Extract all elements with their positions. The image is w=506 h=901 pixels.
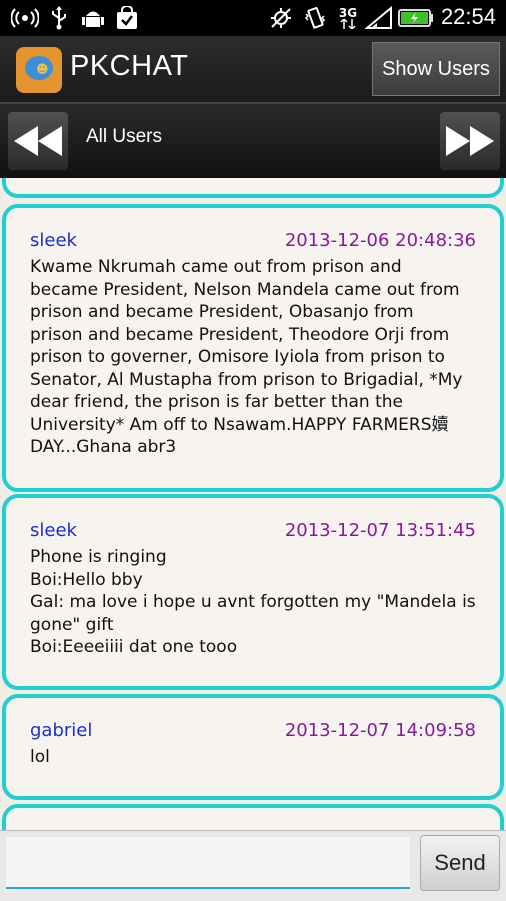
user-nav-bar: All Users [0, 104, 506, 178]
shopping-bag-icon [114, 6, 140, 30]
message-timestamp: 2013-12-07 13:51:45 [284, 520, 476, 541]
message-list[interactable]: sleek 2013-12-06 20:48:36 Kwame Nkrumah … [0, 178, 506, 830]
status-bar: 3G 22:54 [0, 0, 506, 36]
message-text: Kwame Nkrumah came out from prison and b… [30, 257, 463, 457]
message-timestamp: 2013-12-06 20:48:36 [284, 230, 476, 251]
rewind-icon [14, 126, 62, 156]
composer-bar: Send [0, 830, 506, 901]
message-card[interactable]: gabriel 2013-12-07 14:09:58 lol [2, 694, 504, 800]
message-timestamp: 2013-12-07 14:09:58 [284, 720, 476, 741]
gps-icon [268, 6, 294, 30]
battery-icon [398, 6, 434, 30]
send-button[interactable]: Send [420, 835, 500, 891]
message-username[interactable]: sleek [30, 520, 77, 541]
network-type: 3G [336, 6, 360, 30]
clock: 22:54 [440, 4, 496, 29]
message-input[interactable] [6, 837, 410, 889]
message-card-partial [2, 178, 504, 198]
fast-forward-icon [446, 126, 494, 156]
wifi-hotspot-icon [10, 6, 40, 30]
signal-icon [364, 6, 394, 30]
message-card-partial [2, 804, 504, 830]
next-user-button[interactable] [440, 112, 500, 170]
nav-title: All Users [86, 126, 163, 147]
message-card[interactable]: sleek 2013-12-06 20:48:36 Kwame Nkrumah … [2, 204, 504, 492]
app-bar: ☻ PKCHAT Show Users [0, 36, 506, 104]
previous-user-button[interactable] [8, 112, 68, 170]
message-card[interactable]: sleek 2013-12-07 13:51:45 Phone is ringi… [2, 494, 504, 690]
message-username[interactable]: sleek [30, 230, 77, 251]
vibrate-icon [302, 6, 328, 30]
message-username[interactable]: gabriel [30, 720, 92, 741]
app-title: PKCHAT [70, 50, 189, 82]
usb-icon [48, 6, 70, 30]
show-users-button[interactable]: Show Users [372, 42, 500, 96]
network-type-label: 3G [338, 6, 358, 20]
android-debug-icon [80, 6, 106, 30]
app-logo-icon: ☻ [16, 47, 62, 93]
message-text: lol [30, 747, 50, 767]
message-text: Phone is ringing Boi:Hello bby Gal: ma l… [30, 547, 476, 657]
